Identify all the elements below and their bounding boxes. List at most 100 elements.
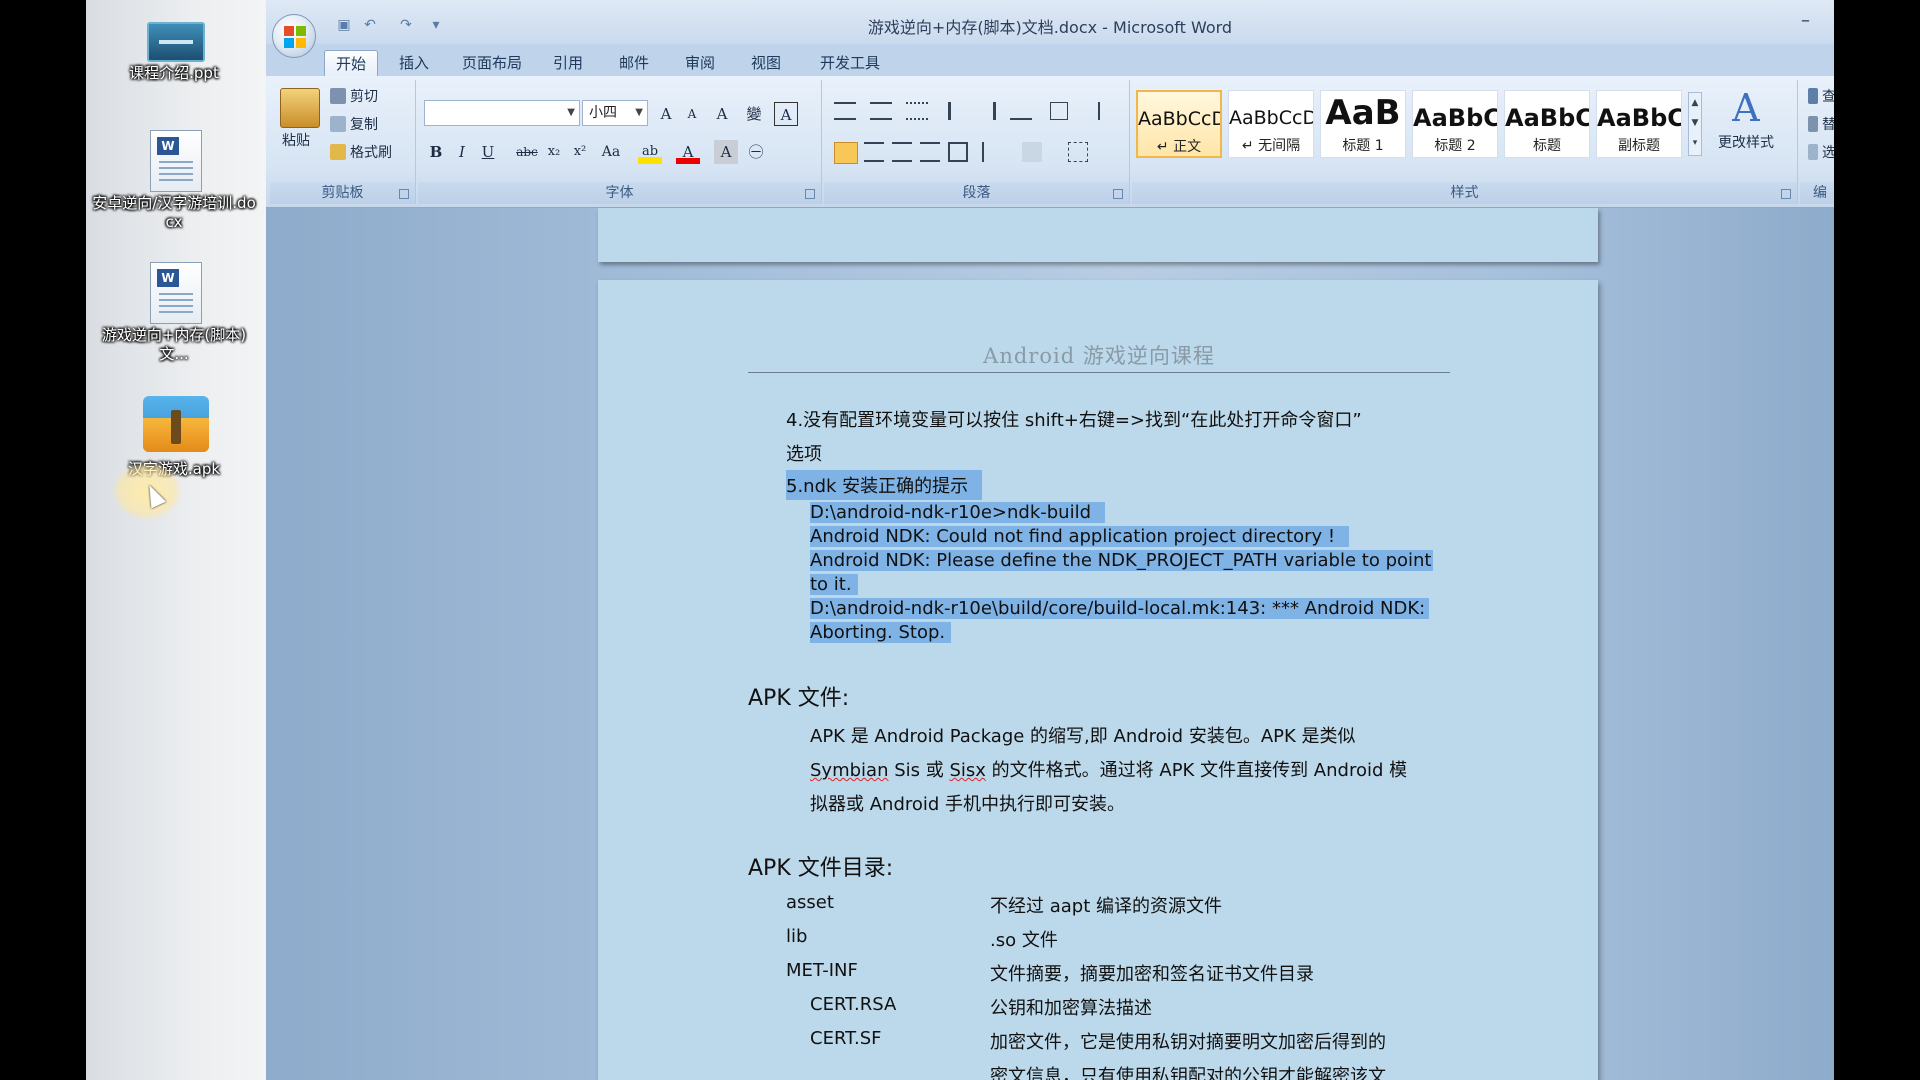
apk-desc-line2: Symbian Sis 或 Sisx 的文件格式。通过将 APK 文件直接传到 … bbox=[810, 760, 1408, 781]
archive-icon bbox=[143, 396, 209, 452]
shrink-font-button[interactable]: A bbox=[680, 102, 704, 126]
code-line: to it. bbox=[810, 574, 858, 595]
decrease-indent-icon[interactable] bbox=[948, 102, 968, 120]
align-left-icon[interactable] bbox=[834, 142, 858, 164]
multilevel-list-icon[interactable] bbox=[906, 102, 928, 120]
style-heading-1[interactable]: AaB 标题 1 bbox=[1320, 90, 1406, 158]
replace-button[interactable]: 替 bbox=[1808, 114, 1834, 136]
dir-row-name: CERT.RSA bbox=[810, 994, 897, 1015]
group-label: 剪贴板 bbox=[270, 182, 415, 204]
tab-page-layout[interactable]: 页面布局 bbox=[452, 50, 532, 76]
dir-row-desc: 不经过 aapt 编译的资源文件 bbox=[990, 896, 1222, 917]
paste-button[interactable]: 粘贴 bbox=[282, 130, 310, 152]
font-size-select[interactable]: 小四 ▼ bbox=[582, 100, 648, 126]
desktop-icon-label: 课程介绍.ppt bbox=[129, 64, 219, 82]
document-area[interactable]: Android 游戏逆向课程 4.没有配置环境变量可以按住 shift+右键=>… bbox=[266, 208, 1834, 1080]
dir-row-name: lib bbox=[786, 926, 808, 947]
subscript-button[interactable]: x₂ bbox=[542, 140, 566, 164]
styles-scroll-icon[interactable]: ▲ ▼ ▾ bbox=[1688, 92, 1702, 156]
select-button[interactable]: 选 bbox=[1808, 142, 1834, 164]
tab-developer[interactable]: 开发工具 bbox=[810, 50, 890, 76]
bold-button[interactable]: B bbox=[424, 140, 448, 164]
justify-icon[interactable] bbox=[920, 142, 940, 162]
change-styles-button[interactable]: 更改样式 bbox=[1710, 132, 1782, 154]
bullets-icon[interactable] bbox=[834, 102, 856, 120]
borders-icon[interactable] bbox=[1068, 142, 1088, 162]
desktop-icon-ppt[interactable]: 课程介绍.ppt bbox=[86, 22, 266, 83]
desktop-icon-docx-1[interactable]: W 安卓逆向/汉字游培训.docx bbox=[86, 130, 266, 232]
change-case-button[interactable]: Aa bbox=[596, 140, 626, 164]
item5-title: 5.ndk 安装正确的提示 bbox=[786, 470, 983, 500]
sort-icon[interactable] bbox=[1050, 102, 1068, 120]
tab-home[interactable]: 开始 bbox=[324, 50, 378, 76]
font-group: ▼ 小四 ▼ A A A 變 A B I U abc x₂ x² Aa ab A … bbox=[418, 80, 822, 204]
enclose-characters-button[interactable]: ㊀ bbox=[744, 140, 768, 164]
align-center-icon[interactable] bbox=[864, 142, 884, 162]
font-name-select[interactable]: ▼ bbox=[424, 100, 580, 126]
dialog-launcher-icon[interactable] bbox=[399, 189, 409, 199]
previous-page bbox=[598, 208, 1598, 262]
cut-button[interactable]: 剪切 bbox=[330, 86, 378, 108]
grow-font-button[interactable]: A bbox=[654, 102, 678, 126]
line-spacing-icon[interactable] bbox=[982, 142, 1006, 162]
paste-icon[interactable] bbox=[280, 88, 320, 128]
style-no-spacing[interactable]: AaBbCcD ↵ 无间隔 bbox=[1228, 90, 1314, 158]
screen-border-right bbox=[1834, 0, 1920, 1080]
style-normal[interactable]: AaBbCcD ↵ 正文 bbox=[1136, 90, 1222, 158]
find-button[interactable]: 查 bbox=[1808, 86, 1834, 108]
clear-format-button[interactable]: A bbox=[710, 102, 734, 126]
numbering-icon[interactable] bbox=[870, 102, 892, 120]
tab-insert[interactable]: 插入 bbox=[390, 50, 438, 76]
select-arrow-icon bbox=[1808, 144, 1818, 160]
scissors-icon bbox=[330, 88, 346, 104]
strikethrough-button[interactable]: abc bbox=[512, 140, 542, 164]
format-painter-button[interactable]: 格式刷 bbox=[330, 142, 392, 164]
superscript-button[interactable]: x² bbox=[568, 140, 592, 164]
paragraph-group: 段落 bbox=[824, 80, 1130, 204]
styles-group: AaBbCcD ↵ 正文 AaBbCcD ↵ 无间隔 AaB 标题 1 AaBbC 标题… bbox=[1132, 80, 1798, 204]
tab-mailings[interactable]: 邮件 bbox=[610, 50, 658, 76]
document-page[interactable]: Android 游戏逆向课程 4.没有配置环境变量可以按住 shift+右键=>… bbox=[598, 280, 1598, 1080]
header-rule bbox=[748, 372, 1450, 373]
increase-indent-icon[interactable] bbox=[976, 102, 996, 120]
dialog-launcher-icon[interactable] bbox=[805, 189, 815, 199]
copy-button[interactable]: 复制 bbox=[330, 114, 378, 136]
page-header: Android 游戏逆向课程 bbox=[983, 344, 1215, 368]
change-styles-icon[interactable]: A bbox=[1716, 88, 1776, 128]
apk-desc-line3: 拟器或 Android 手机中执行即可安装。 bbox=[810, 794, 1126, 815]
style-subtitle[interactable]: AaBbC 副标题 bbox=[1596, 90, 1682, 158]
font-color-button[interactable]: A bbox=[676, 140, 700, 164]
word-document-icon: W bbox=[150, 130, 202, 192]
text-direction-icon[interactable] bbox=[1010, 102, 1032, 120]
distributed-icon[interactable] bbox=[948, 142, 968, 162]
underline-button[interactable]: U bbox=[476, 140, 500, 164]
code-line: Aborting. Stop. bbox=[810, 622, 952, 643]
phonetic-guide-button[interactable]: 變 bbox=[742, 102, 766, 126]
copy-icon bbox=[330, 116, 346, 132]
dialog-launcher-icon[interactable] bbox=[1113, 189, 1123, 199]
tab-references[interactable]: 引用 bbox=[544, 50, 592, 76]
desktop-icon-label: 游戏逆向+内存(脚本)文... bbox=[101, 326, 247, 363]
shading-icon[interactable] bbox=[1022, 142, 1042, 162]
show-marks-icon[interactable] bbox=[1086, 102, 1100, 120]
character-shading-button[interactable]: A bbox=[714, 140, 738, 164]
align-right-icon[interactable] bbox=[892, 142, 912, 162]
group-label: 字体 bbox=[418, 182, 821, 204]
desktop-icon-label: 安卓逆向/汉字游培训.docx bbox=[92, 194, 256, 231]
desktop-icon-docx-2[interactable]: W 游戏逆向+内存(脚本)文... bbox=[86, 262, 266, 364]
desktop-icon-apk[interactable]: 汉字游戏.apk bbox=[86, 396, 266, 479]
dialog-launcher-icon[interactable] bbox=[1781, 189, 1791, 199]
dir-row-name: asset bbox=[786, 892, 834, 913]
tab-view[interactable]: 视图 bbox=[742, 50, 790, 76]
style-heading-2[interactable]: AaBbC 标题 2 bbox=[1412, 90, 1498, 158]
office-logo-icon bbox=[284, 26, 306, 48]
office-button[interactable] bbox=[272, 14, 316, 58]
highlight-button[interactable]: ab bbox=[638, 140, 662, 164]
desktop: 课程介绍.ppt W 安卓逆向/汉字游培训.docx W 游戏逆向+内存(脚本)… bbox=[86, 0, 266, 1080]
italic-button[interactable]: I bbox=[450, 140, 474, 164]
word-document-icon: W bbox=[150, 262, 202, 324]
tab-review[interactable]: 审阅 bbox=[676, 50, 724, 76]
style-title[interactable]: AaBbC 标题 bbox=[1504, 90, 1590, 158]
minimize-button[interactable]: – bbox=[1801, 10, 1810, 31]
character-border-button[interactable]: A bbox=[774, 102, 798, 126]
